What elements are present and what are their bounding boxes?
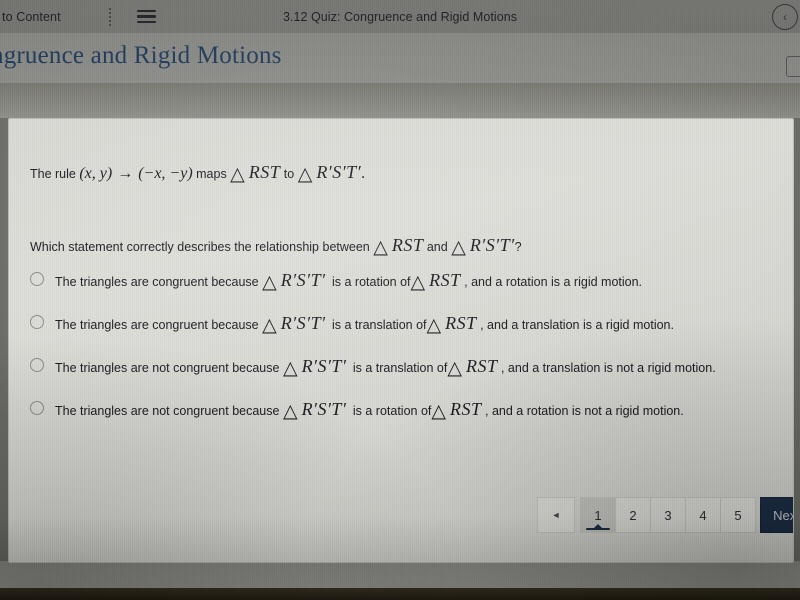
option-b-triangle-label: R′S′T′ [280, 312, 326, 333]
rule-domain-pair: (x, y) [79, 165, 113, 182]
option-a-triangle2-label: RST [429, 270, 461, 290]
question-prefix: Which statement correctly describes the … [30, 240, 374, 254]
triangle-icon: △ [426, 313, 442, 336]
question-triangle1-label: RST [391, 235, 424, 255]
page-title: ngruence and Rigid Motions [0, 42, 282, 69]
option-b-lead: The triangles are congruent because [55, 317, 263, 332]
option-d-triangle-label: R′S′T′ [301, 398, 347, 419]
triangle-icon: △ [262, 313, 277, 336]
option-d-triangle2-label: RST [450, 398, 482, 419]
rule-prefix: The rule [30, 167, 80, 181]
side-tab-icon[interactable] [786, 56, 800, 77]
option-c-tail: , and a translation is not a rigid motio… [497, 360, 716, 375]
pagination-page-2[interactable]: 2 [615, 497, 651, 533]
collapse-panel-icon[interactable]: ‹ [772, 4, 798, 30]
document-title: 3.12 Quiz: Congruence and Rigid Motions [282, 9, 518, 24]
option-a-lead: The triangles are congruent because [55, 275, 263, 289]
rule-range-pair: (−x, −y) [138, 165, 193, 182]
option-a-text: The triangles are congruent because △ R′S… [55, 267, 775, 297]
option-c[interactable]: The triangles are not congruent because … [30, 353, 775, 383]
option-a-triangle-label: R′S′T′ [280, 270, 326, 290]
skip-to-content-link[interactable]: to Content [2, 10, 61, 24]
radio-button-d[interactable] [30, 400, 44, 415]
option-d-lead: The triangles are not congruent because [55, 403, 283, 418]
triangle-icon: △ [282, 399, 298, 422]
content-gap-band [0, 83, 800, 118]
option-a[interactable]: The triangles are congruent because △ R′S… [30, 267, 775, 297]
rule-triangle1-label: RST [248, 162, 281, 182]
triangle-icon: △ [410, 271, 426, 293]
option-d[interactable]: The triangles are not congruent because … [30, 396, 775, 426]
pagination-page-3[interactable]: 3 [650, 497, 686, 533]
triangle-icon: △ [262, 271, 277, 293]
triangle-icon: △ [282, 356, 298, 379]
question-mark: ? [514, 240, 522, 254]
option-b-triangle2-label: RST [445, 312, 477, 333]
triangle-icon: △ [230, 163, 245, 185]
rule-statement: The rule (x, y) → (−x, −y) maps △ RST to △ R… [30, 159, 365, 189]
pagination-prev-button[interactable]: ◄ [537, 497, 575, 533]
option-c-lead: The triangles are not congruent because [55, 360, 283, 375]
option-d-middle: is a rotation of [349, 403, 432, 418]
option-a-tail: , and a rotation is a rigid motion. [460, 275, 643, 289]
drag-handle-dots-icon [109, 7, 112, 26]
pagination-page-4[interactable]: 4 [685, 497, 721, 533]
option-b[interactable]: The triangles are congruent because △ R′S… [30, 310, 775, 340]
device-bezel [0, 588, 800, 600]
option-d-tail: , and a rotation is not a rigid motion. [481, 403, 684, 418]
option-d-text: The triangles are not congruent because … [55, 396, 775, 426]
pagination-page-1[interactable]: 1 [580, 497, 616, 533]
rule-triangle2-label: R′S′T′ [316, 162, 362, 182]
option-c-middle: is a translation of [349, 360, 448, 375]
top-app-bar: to Content 3.12 Quiz: Congruence and Rig… [0, 0, 800, 33]
pagination: ◄ 1 2 3 4 5 Next [537, 497, 793, 533]
option-c-triangle2-label: RST [465, 355, 498, 376]
option-b-text: The triangles are congruent because △ R′S… [55, 310, 775, 340]
screen-photo: to Content 3.12 Quiz: Congruence and Rig… [0, 0, 800, 600]
triangle-icon: △ [431, 399, 447, 422]
rule-to-word: to [280, 167, 298, 181]
option-b-middle: is a translation of [328, 317, 427, 332]
option-a-middle: is a rotation of [328, 275, 411, 289]
answer-options-list: The triangles are congruent because △ R′S… [30, 267, 775, 439]
question-stem: Which statement correctly describes the … [30, 232, 522, 262]
radio-button-b[interactable] [30, 314, 44, 329]
triangle-icon: △ [297, 163, 313, 185]
rule-period: . [361, 165, 366, 182]
triangle-icon: △ [373, 236, 388, 258]
question-triangle2-label: R′S′T′ [469, 235, 515, 255]
pagination-page-5[interactable]: 5 [720, 497, 756, 533]
option-b-tail: , and a translation is a rigid motion. [476, 317, 674, 332]
triangle-icon: △ [451, 236, 466, 258]
radio-button-c[interactable] [30, 357, 44, 372]
triangle-icon: △ [447, 356, 462, 379]
radio-button-a[interactable] [30, 272, 44, 286]
hamburger-icon[interactable] [136, 9, 156, 24]
page-background-below-card [0, 561, 800, 588]
rule-maps-word: maps [192, 167, 231, 181]
quiz-content-card: The rule (x, y) → (−x, −y) maps △ RST to △ R… [8, 118, 794, 563]
rule-arrow: → [117, 165, 134, 182]
next-button[interactable]: Next [760, 497, 793, 533]
option-c-triangle-label: R′S′T′ [301, 355, 347, 376]
option-c-text: The triangles are not congruent because … [55, 353, 775, 383]
question-and-word: and [423, 240, 452, 254]
